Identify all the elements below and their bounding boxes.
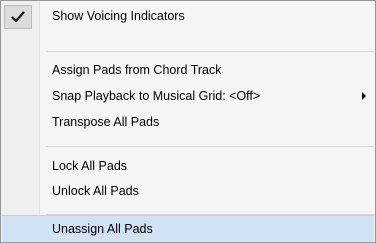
menu-item-label: Assign Pads from Chord Track bbox=[52, 63, 222, 77]
menu-item-snap-playback[interactable]: Snap Playback to Musical Grid: <Off> bbox=[2, 83, 374, 109]
check-box bbox=[4, 5, 32, 29]
submenu-arrow-icon bbox=[362, 92, 366, 100]
menu-item-transpose-all-pads[interactable]: Transpose All Pads bbox=[2, 109, 374, 135]
menu-item-unlock-all-pads[interactable]: Unlock All Pads bbox=[2, 178, 374, 204]
menu-item-label: Unlock All Pads bbox=[52, 184, 139, 198]
menu-item-show-voicing-indicators[interactable]: Show Voicing Indicators bbox=[2, 3, 374, 29]
menu-item-unassign-all-pads[interactable]: Unassign All Pads bbox=[2, 215, 374, 242]
menu-item-label: Lock All Pads bbox=[52, 159, 128, 173]
context-menu: Show Voicing Indicators Assign Pads from… bbox=[0, 0, 376, 243]
menu-item-label: Unassign All Pads bbox=[52, 222, 153, 236]
menu-separator bbox=[46, 51, 374, 52]
menu-item-label: Snap Playback to Musical Grid: <Off> bbox=[52, 89, 261, 103]
menu-item-label: Transpose All Pads bbox=[52, 115, 160, 129]
menu-item-assign-pads-from-chord-track[interactable]: Assign Pads from Chord Track bbox=[2, 57, 374, 83]
menu-item-label: Show Voicing Indicators bbox=[52, 9, 185, 23]
menu-separator bbox=[46, 146, 374, 147]
menu-item-lock-all-pads[interactable]: Lock All Pads bbox=[2, 153, 374, 179]
check-icon bbox=[11, 11, 25, 23]
